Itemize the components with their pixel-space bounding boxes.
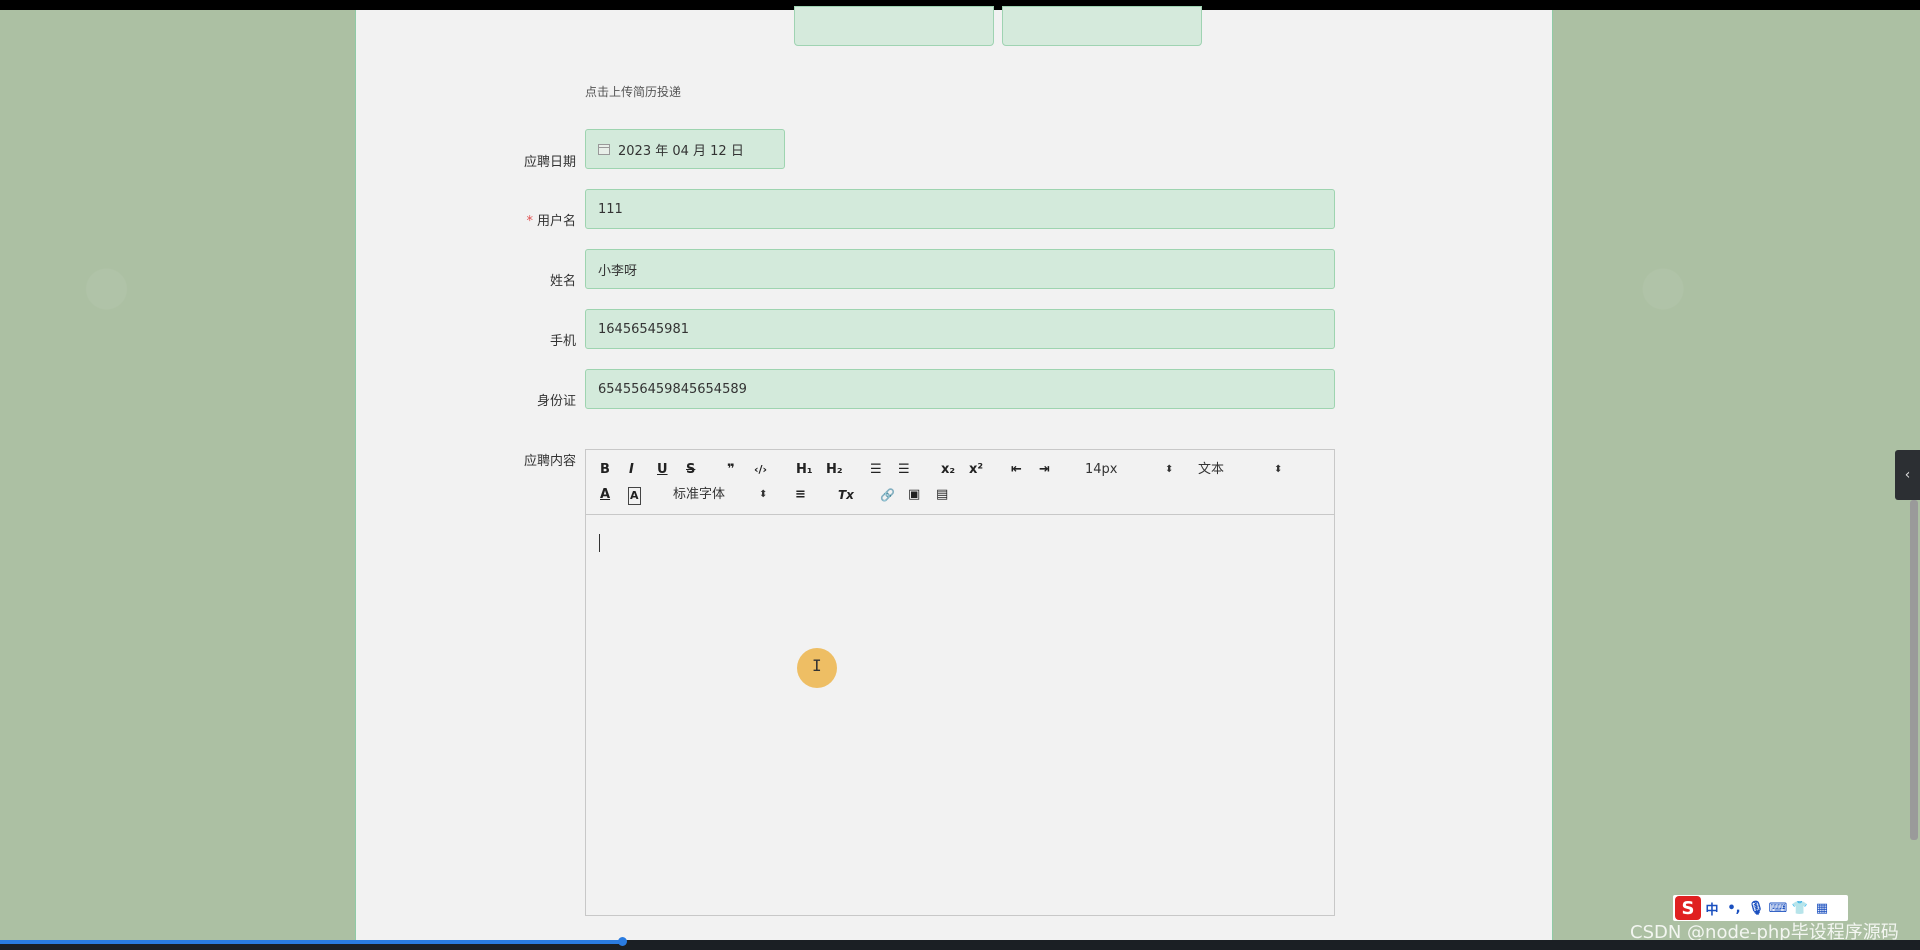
font-family-value: 标准字体 bbox=[673, 487, 726, 502]
indent-button[interactable]: ⇥ bbox=[1039, 462, 1050, 480]
code-block-button[interactable]: ‹/› bbox=[754, 462, 767, 480]
bold-button[interactable]: B bbox=[600, 462, 610, 480]
clean-format-button[interactable]: Tx bbox=[838, 487, 854, 505]
sogou-logo-icon[interactable]: S bbox=[1675, 896, 1701, 920]
id-card-value: 654556459845654589 bbox=[598, 381, 747, 397]
side-collapse-tab[interactable]: ‹ bbox=[1895, 450, 1920, 500]
ime-microphone-icon[interactable]: 🎙 bbox=[1745, 901, 1767, 916]
chevron-left-icon: ‹ bbox=[1904, 467, 1911, 483]
bullet-list-button[interactable]: ☰ bbox=[898, 462, 910, 480]
header1-button[interactable]: H₁ bbox=[796, 462, 813, 480]
ime-keyboard-icon[interactable]: ⌨ bbox=[1767, 901, 1789, 916]
italic-button[interactable]: I bbox=[629, 462, 634, 480]
superscript-button[interactable]: x² bbox=[969, 462, 983, 480]
header-arrow-icon: ⬍ bbox=[1274, 464, 1283, 475]
font-size-select[interactable]: 14px ⬍ bbox=[1085, 462, 1175, 480]
text-color-button[interactable]: A bbox=[600, 487, 610, 505]
content-label: 应聘内容 bbox=[523, 454, 576, 469]
username-field[interactable]: 111 bbox=[585, 189, 1335, 229]
align-button[interactable]: ≡ bbox=[795, 487, 806, 505]
font-size-arrow-icon: ⬍ bbox=[1165, 464, 1174, 475]
underline-button[interactable]: U bbox=[657, 462, 668, 480]
editor-content[interactable] bbox=[586, 516, 1334, 915]
font-family-select[interactable]: 标准字体 ⬍ bbox=[673, 487, 773, 505]
page-scrollbar[interactable] bbox=[1910, 500, 1918, 840]
bottom-bar bbox=[0, 937, 1920, 950]
rich-text-editor: B I U S ❞ ‹/› H₁ H₂ ☰ ☰ x₂ x² ⇤ ⇥ 14px ⬍… bbox=[585, 449, 1335, 916]
name-field[interactable]: 小李呀 bbox=[585, 249, 1335, 289]
background-left bbox=[0, 10, 355, 940]
background-color-button[interactable]: A bbox=[628, 487, 641, 505]
font-family-arrow-icon: ⬍ bbox=[759, 489, 768, 500]
required-mark: * bbox=[526, 214, 533, 229]
header-select-value: 文本 bbox=[1198, 462, 1225, 477]
apply-date-field[interactable]: 2023 年 04 月 12 日 bbox=[585, 129, 785, 169]
ime-menu-icon[interactable]: ▦ bbox=[1811, 901, 1833, 916]
top-button-1[interactable] bbox=[794, 6, 994, 46]
username-value: 111 bbox=[598, 201, 623, 217]
outdent-button[interactable]: ⇤ bbox=[1011, 462, 1022, 480]
progress-knob[interactable] bbox=[618, 937, 627, 946]
calendar-icon bbox=[598, 143, 610, 155]
apply-date-label: 应聘日期 bbox=[523, 155, 576, 170]
header-select[interactable]: 文本 ⬍ bbox=[1198, 462, 1288, 480]
ibeam-cursor-icon: I bbox=[812, 656, 822, 675]
ordered-list-button[interactable]: ☰ bbox=[870, 462, 882, 480]
phone-value: 16456545981 bbox=[598, 321, 689, 337]
strike-button[interactable]: S bbox=[686, 462, 695, 480]
id-card-field[interactable]: 654556459845654589 bbox=[585, 369, 1335, 409]
subscript-button[interactable]: x₂ bbox=[941, 462, 955, 480]
header2-button[interactable]: H₂ bbox=[826, 462, 843, 480]
text-caret bbox=[599, 534, 600, 552]
name-value: 小李呀 bbox=[598, 263, 638, 279]
ime-punctuation-icon[interactable]: •, bbox=[1723, 901, 1745, 916]
video-progress-bar[interactable] bbox=[0, 940, 620, 944]
image-button[interactable]: ▣ bbox=[908, 487, 920, 505]
apply-date-value: 2023 年 04 月 12 日 bbox=[618, 143, 744, 159]
ime-chinese-toggle[interactable]: 中 bbox=[1701, 899, 1723, 918]
id-card-label: 身份证 bbox=[536, 394, 576, 409]
top-button-2[interactable] bbox=[1002, 6, 1202, 46]
upload-hint[interactable]: 点击上传简历投递 bbox=[585, 83, 681, 100]
link-button[interactable]: 🔗 bbox=[880, 487, 895, 505]
username-label: * 用户名 bbox=[526, 214, 576, 229]
form-panel: 点击上传简历投递 应聘日期 2023 年 04 月 12 日 * 用户名 111 … bbox=[355, 6, 1553, 940]
ime-skin-icon[interactable]: 👕 bbox=[1789, 901, 1811, 916]
name-label: 姓名 bbox=[549, 274, 576, 289]
blockquote-button[interactable]: ❞ bbox=[727, 462, 735, 480]
background-right bbox=[1553, 10, 1920, 940]
phone-label: 手机 bbox=[549, 334, 576, 349]
mouse-cursor-highlight: I bbox=[797, 648, 837, 688]
phone-field[interactable]: 16456545981 bbox=[585, 309, 1335, 349]
video-button[interactable]: ▤ bbox=[936, 487, 948, 505]
font-size-value: 14px bbox=[1085, 462, 1118, 477]
editor-toolbar: B I U S ❞ ‹/› H₁ H₂ ☰ ☰ x₂ x² ⇤ ⇥ 14px ⬍… bbox=[586, 450, 1334, 515]
